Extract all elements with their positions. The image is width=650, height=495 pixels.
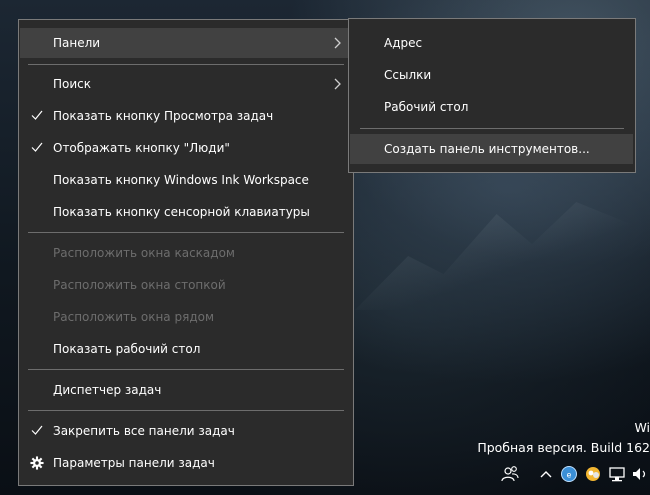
checkmark-icon xyxy=(31,425,43,435)
menu-item-label: Панели xyxy=(53,36,101,50)
menu-item-show-ink-workspace-button[interactable]: Показать кнопку Windows Ink Workspace xyxy=(20,165,352,195)
menu-separator xyxy=(28,64,344,65)
menu-item-label: Расположить окна каскадом xyxy=(53,246,235,260)
menu-item-label: Поиск xyxy=(53,77,92,91)
chevron-up-icon[interactable] xyxy=(536,464,556,484)
menu-separator xyxy=(28,369,344,370)
menu-item-search[interactable]: Поиск xyxy=(20,69,352,99)
menu-item-label: Расположить окна рядом xyxy=(53,310,215,324)
menu-item-show-desktop[interactable]: Показать рабочий стол xyxy=(20,334,352,364)
taskbar-context-menu: Панели Поиск Показать кнопку Просмотра з… xyxy=(18,19,354,486)
menu-item-label: Диспетчер задач xyxy=(53,383,162,397)
menu-item-task-manager[interactable]: Диспетчер задач xyxy=(20,375,352,405)
checkmark-icon xyxy=(31,142,43,152)
menu-separator xyxy=(28,410,344,411)
menu-item-cascade-windows: Расположить окна каскадом xyxy=(20,238,352,268)
menu-item-toolbars[interactable]: Панели xyxy=(20,28,352,58)
chevron-right-icon xyxy=(334,37,341,49)
display-network-icon[interactable] xyxy=(607,464,627,484)
watermark-build-text: Пробная версия. Build 162 xyxy=(477,440,650,455)
menu-item-label: Рабочий стол xyxy=(384,100,469,114)
checkmark-icon xyxy=(31,110,43,120)
menu-item-side-by-side-windows: Расположить окна рядом xyxy=(20,302,352,332)
menu-item-label: Показать рабочий стол xyxy=(53,342,201,356)
volume-icon[interactable] xyxy=(630,464,650,484)
menu-item-taskbar-settings[interactable]: Параметры панели задач xyxy=(20,448,352,478)
weather-icon[interactable] xyxy=(583,464,603,484)
toolbars-submenu: Адрес Ссылки Рабочий стол Создать панель… xyxy=(348,18,636,173)
menu-item-show-people-button[interactable]: Отображать кнопку "Люди" xyxy=(20,133,352,163)
menu-item-label: Ссылки xyxy=(384,68,432,82)
submenu-item-links[interactable]: Ссылки xyxy=(350,60,634,90)
gear-icon xyxy=(30,456,44,470)
submenu-item-new-toolbar[interactable]: Создать панель инструментов... xyxy=(350,134,633,164)
svg-text:e: e xyxy=(567,471,572,480)
menu-item-label: Закрепить все панели задач xyxy=(53,424,235,438)
menu-item-lock-taskbars[interactable]: Закрепить все панели задач xyxy=(20,416,352,446)
menu-item-label: Расположить окна стопкой xyxy=(53,278,226,292)
network-globe-icon[interactable]: e xyxy=(559,464,579,484)
menu-item-label: Адрес xyxy=(384,36,423,50)
menu-item-label: Создать панель инструментов... xyxy=(384,142,590,156)
menu-item-show-task-view-button[interactable]: Показать кнопку Просмотра задач xyxy=(20,101,352,131)
menu-item-label: Показать кнопку сенсорной клавиатуры xyxy=(53,205,310,219)
menu-item-label: Параметры панели задач xyxy=(53,456,215,470)
watermark-line-1: Wi xyxy=(634,420,650,435)
menu-item-label: Показать кнопку Windows Ink Workspace xyxy=(53,173,309,187)
menu-item-label: Показать кнопку Просмотра задач xyxy=(53,109,274,123)
menu-item-label: Отображать кнопку "Люди" xyxy=(53,141,230,155)
menu-item-show-touch-keyboard-button[interactable]: Показать кнопку сенсорной клавиатуры xyxy=(20,197,352,227)
people-icon[interactable] xyxy=(500,464,520,484)
menu-item-stack-windows: Расположить окна стопкой xyxy=(20,270,352,300)
menu-separator xyxy=(360,128,624,129)
menu-separator xyxy=(28,232,344,233)
submenu-item-address[interactable]: Адрес xyxy=(350,28,634,58)
chevron-right-icon xyxy=(334,78,341,90)
submenu-item-desktop[interactable]: Рабочий стол xyxy=(350,92,634,122)
wallpaper-mountain xyxy=(355,202,650,310)
